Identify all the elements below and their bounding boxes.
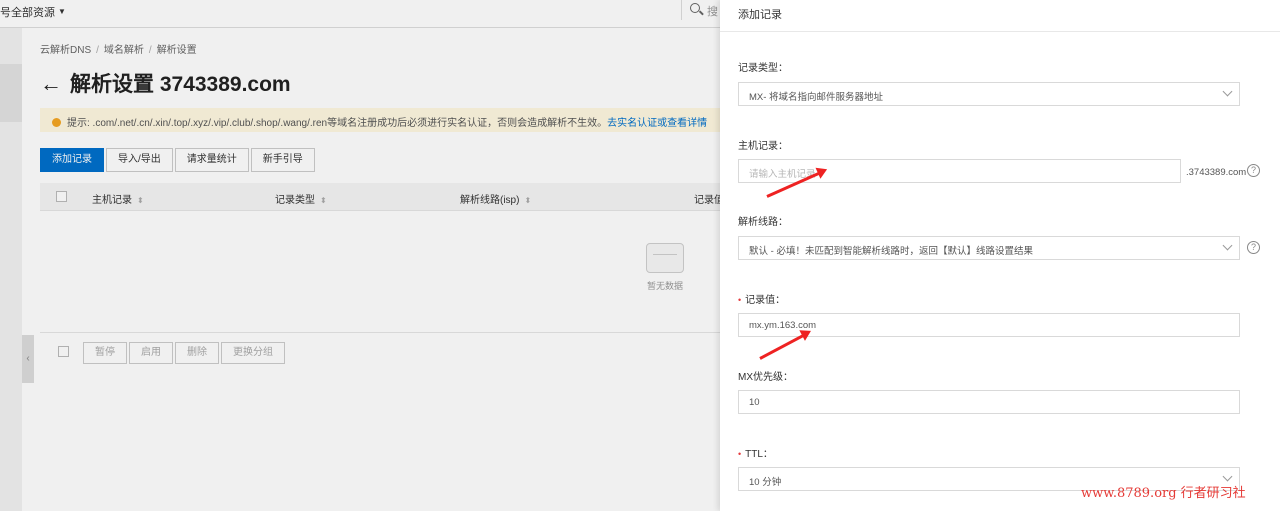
add-record-drawer: 添加记录 记录类型： MX- 将域名指向邮件服务器地址 主机记录： 请输入主机记…	[720, 0, 1280, 511]
record-value-input[interactable]: mx.ym.163.com	[738, 313, 1240, 337]
drawer-backdrop[interactable]	[0, 0, 720, 511]
help-icon[interactable]: ?	[1247, 241, 1260, 254]
drawer-divider	[720, 31, 1280, 32]
required-marker: •	[738, 449, 742, 459]
line-select[interactable]: 默认 - 必填！未匹配到智能解析线路时，返回【默认】线路设置结果	[738, 236, 1240, 260]
record-type-select[interactable]: MX- 将域名指向邮件服务器地址	[738, 82, 1240, 106]
mx-priority-label: MX优先级：	[738, 372, 793, 383]
help-icon[interactable]: ?	[1247, 164, 1260, 177]
line-label: 解析线路：	[738, 217, 788, 228]
record-type-value: MX- 将域名指向邮件服务器地址	[749, 92, 884, 103]
mx-priority-input[interactable]: 10	[738, 390, 1240, 414]
ttl-value: 10 分钟	[749, 477, 782, 488]
record-value-label: 记录值：	[745, 295, 786, 306]
ttl-label-row: • TTL：	[738, 445, 773, 460]
chevron-down-icon	[1222, 471, 1233, 482]
record-value-label-row: • 记录值：	[738, 291, 785, 306]
line-value: 默认 - 必填！未匹配到智能解析线路时，返回【默认】线路设置结果	[749, 246, 1033, 257]
chevron-down-icon	[1222, 240, 1233, 251]
host-label: 主机记录：	[738, 141, 788, 152]
ttl-label: TTL：	[745, 449, 773, 460]
watermark: www.8789.org 行者研习社	[1081, 486, 1246, 501]
domain-suffix: .3743389.com	[1186, 167, 1247, 178]
record-type-label: 记录类型：	[738, 63, 788, 74]
drawer-title: 添加记录	[738, 9, 782, 21]
required-marker: •	[738, 295, 742, 305]
chevron-down-icon	[1222, 86, 1233, 97]
mx-priority-value: 10	[749, 397, 760, 408]
